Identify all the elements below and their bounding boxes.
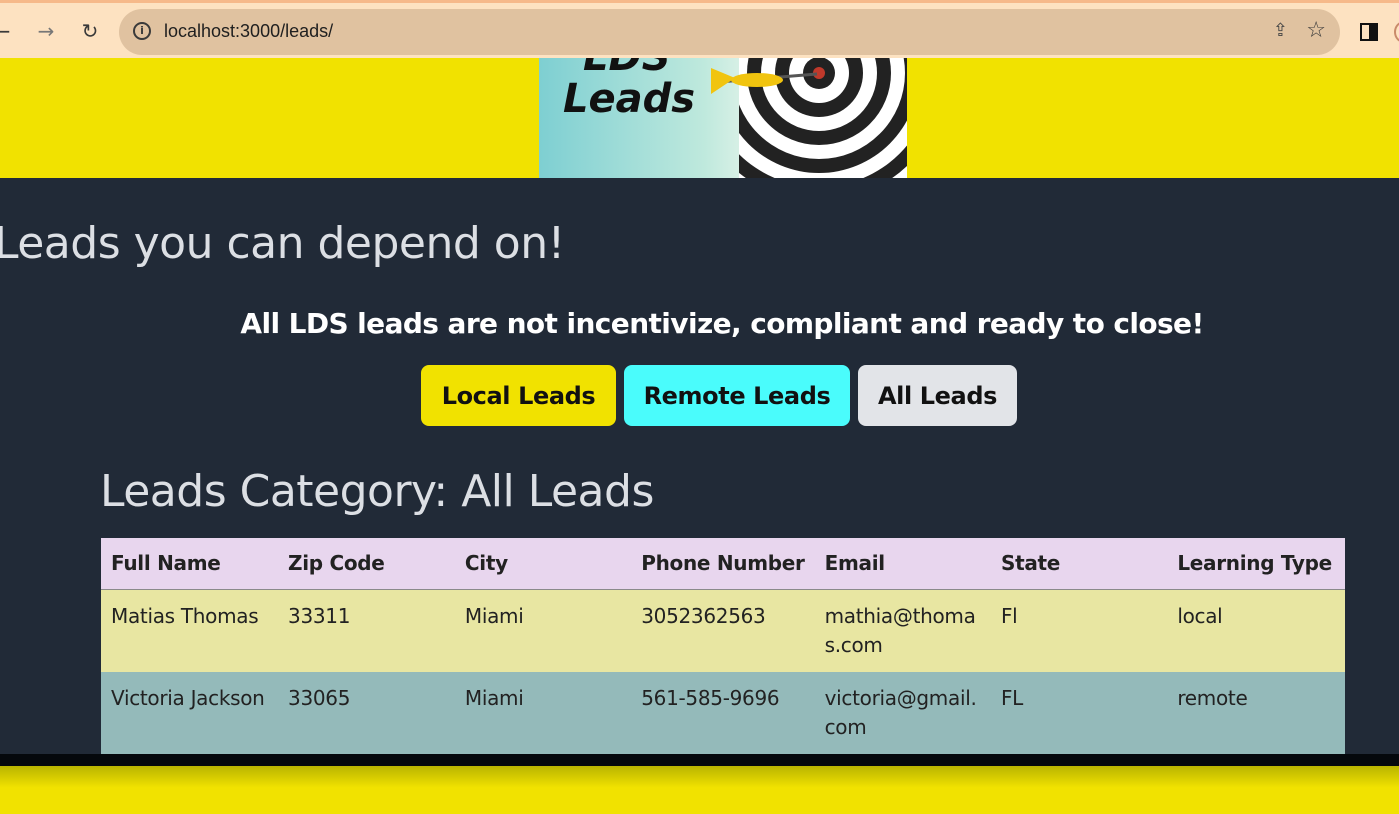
cell-zip-code: 33311: [278, 589, 455, 672]
forward-arrow-icon[interactable]: →: [32, 17, 60, 45]
remote-leads-button[interactable]: Remote Leads: [624, 365, 850, 426]
page-footer: [0, 766, 1399, 814]
profile-avatar-icon[interactable]: [1394, 21, 1399, 43]
site-logo[interactable]: LDS Leads: [539, 58, 907, 178]
cell-email: victoria@gmail.com: [814, 671, 991, 754]
cell-email: mathia@thomas.com: [814, 589, 991, 672]
leads-table: Full Name Zip Code City Phone Number Ema…: [101, 538, 1345, 754]
table-header-row: Full Name Zip Code City Phone Number Ema…: [101, 538, 1345, 590]
cell-zip-code: 33065: [278, 671, 455, 754]
site-info-icon[interactable]: i: [133, 22, 151, 40]
column-header-city: City: [454, 538, 632, 590]
url-text[interactable]: localhost:3000/leads/: [164, 21, 333, 42]
table-row: Matias Thomas 33311 Miami 3052362563 mat…: [101, 589, 1345, 672]
column-header-state: State: [990, 538, 1168, 590]
column-header-phone-number: Phone Number: [631, 538, 815, 590]
column-header-full-name: Full Name: [101, 538, 279, 590]
cell-full-name: Matias Thomas: [101, 589, 279, 672]
column-header-zip-code: Zip Code: [278, 538, 455, 590]
column-header-email: Email: [814, 538, 991, 590]
local-leads-button[interactable]: Local Leads: [421, 365, 616, 426]
page-subtagline: All LDS leads are not incentivize, compl…: [240, 307, 1204, 340]
cell-learning-type: remote: [1167, 671, 1345, 754]
cell-phone-number: 3052362563: [631, 589, 815, 672]
footer-divider: [0, 754, 1399, 766]
bookmark-star-icon[interactable]: ☆: [1306, 18, 1326, 43]
cell-state: FL: [990, 671, 1168, 754]
side-panel-icon[interactable]: [1360, 23, 1378, 41]
address-bar[interactable]: i localhost:3000/leads/ ⇪ ☆: [119, 9, 1340, 55]
cell-city: Miami: [454, 671, 632, 754]
all-leads-button[interactable]: All Leads: [858, 365, 1017, 426]
table-row: Victoria Jackson 33065 Miami 561-585-969…: [101, 671, 1345, 754]
browser-toolbar: ← → ↻ i localhost:3000/leads/ ⇪ ☆: [0, 0, 1399, 58]
header-banner: LDS Leads: [0, 58, 1399, 178]
reload-icon[interactable]: ↻: [76, 17, 104, 45]
back-arrow-icon[interactable]: ←: [0, 17, 16, 45]
column-header-learning-type: Learning Type: [1167, 538, 1345, 590]
page-tagline: Leads you can depend on!: [0, 218, 565, 269]
cell-phone-number: 561-585-9696: [631, 671, 815, 754]
cell-learning-type: local: [1167, 589, 1345, 672]
category-title: Leads Category: All Leads: [100, 466, 654, 517]
cell-state: Fl: [990, 589, 1168, 672]
cell-full-name: Victoria Jackson: [101, 671, 279, 754]
dartboard-icon: [711, 58, 907, 178]
share-icon[interactable]: ⇪: [1273, 20, 1288, 41]
cell-city: Miami: [454, 589, 632, 672]
